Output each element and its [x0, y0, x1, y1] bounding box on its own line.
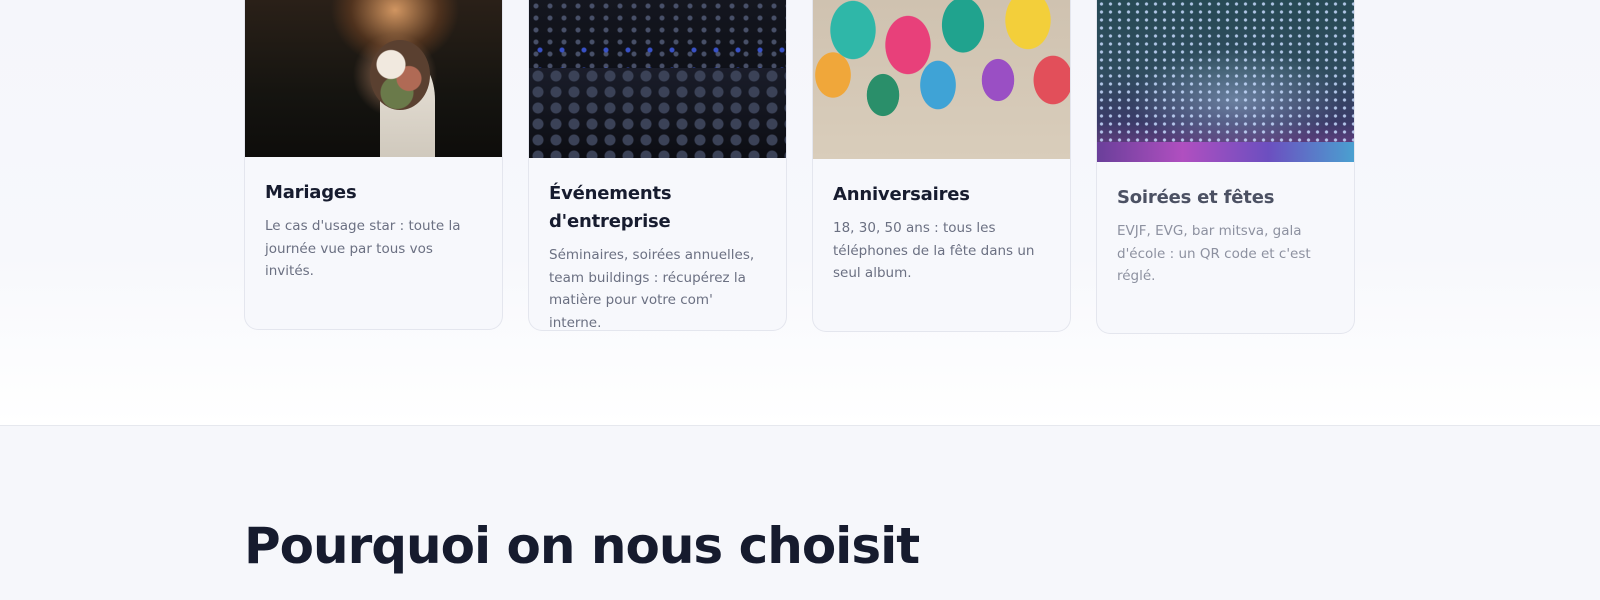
audience-shape — [529, 68, 786, 158]
wedding-image — [245, 0, 502, 157]
card-title: Événements d'entreprise — [549, 183, 672, 232]
bouquet-shape — [370, 40, 430, 110]
conference-image — [529, 0, 786, 158]
party-image — [1097, 0, 1354, 162]
section-title: Pourquoi on nous choisit — [244, 517, 920, 575]
card-body: Anniversaires 18, 30, 50 ans : tous les … — [813, 159, 1070, 285]
card-parties[interactable]: Soirées et fêtes EVJF, EVG, bar mitsva, … — [1096, 0, 1355, 334]
card-corporate-events[interactable]: Événements d'entreprise Séminaires, soir… — [528, 0, 787, 331]
card-title: Soirées et fêtes — [1117, 187, 1275, 208]
card-description: 18, 30, 50 ans : tous les téléphones de … — [833, 220, 1035, 281]
card-body: Mariages Le cas d'usage star : toute la … — [245, 157, 502, 283]
card-description: Séminaires, soirées annuelles, team buil… — [549, 247, 755, 331]
card-title: Mariages — [265, 182, 357, 203]
card-weddings[interactable]: Mariages Le cas d'usage star : toute la … — [244, 0, 503, 330]
card-birthdays[interactable]: Anniversaires 18, 30, 50 ans : tous les … — [812, 0, 1071, 332]
card-body: Soirées et fêtes EVJF, EVG, bar mitsva, … — [1097, 162, 1354, 288]
card-title: Anniversaires — [833, 184, 970, 205]
use-case-cards: Mariages Le cas d'usage star : toute la … — [244, 0, 1356, 340]
use-cases-section: Mariages Le cas d'usage star : toute la … — [0, 0, 1600, 425]
card-description: EVJF, EVG, bar mitsva, gala d'école : un… — [1117, 223, 1311, 284]
crowd-lights-shape — [1097, 142, 1354, 162]
card-body: Événements d'entreprise Séminaires, soir… — [529, 158, 786, 331]
balloons-image — [813, 0, 1070, 159]
card-description: Le cas d'usage star : toute la journée v… — [265, 218, 461, 279]
